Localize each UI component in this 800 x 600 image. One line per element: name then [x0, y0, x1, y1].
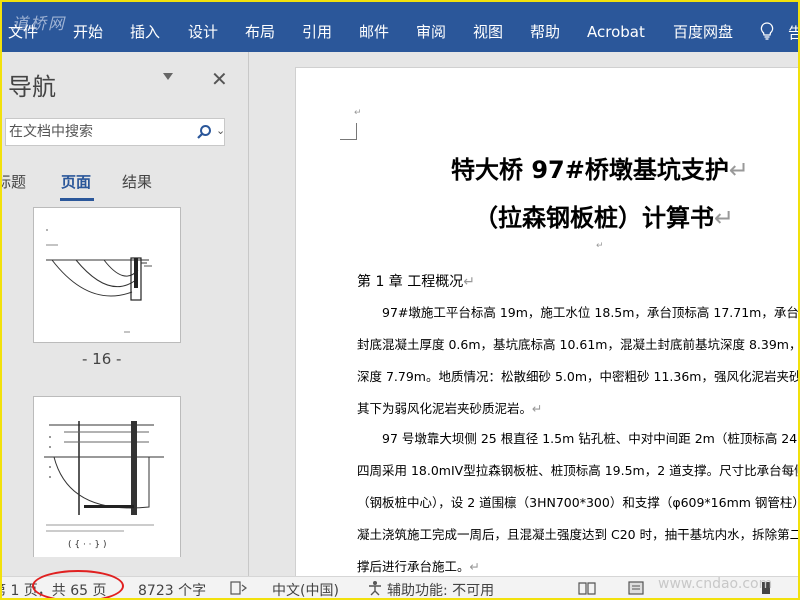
- word-count[interactable]: 8723 个字: [138, 580, 206, 598]
- paragraph-mark: ↵: [354, 108, 362, 118]
- nav-tab-results[interactable]: 结果: [122, 171, 152, 192]
- body-line: 其下为弱风化泥岩夹砂质泥岩。↵: [357, 401, 543, 416]
- document-title-line2: （拉森钢板桩）计算书↵: [474, 204, 735, 232]
- search-icon[interactable]: [196, 124, 212, 140]
- body-line: 97#墩施工平台标高 19m，施工水位 18.5m，承台顶标高 17.71m，承…: [382, 305, 799, 320]
- body-line: 深度 7.79m。地质情况：松散细砂 5.0m，中密粗砂 11.36m，强风化泥…: [357, 369, 799, 384]
- page-number-label: - 16 -: [82, 350, 122, 368]
- accessibility-status[interactable]: 辅助功能: 不可用: [387, 580, 494, 598]
- body-line: 撑后进行承台施工。↵: [357, 559, 480, 574]
- page-thumbnails: - 16 - ({· ·}): [2, 207, 246, 557]
- word-window: 道桥网 文件 开始 插入 设计 布局 引用 邮件 审阅 视图 帮助 Acroba…: [0, 0, 800, 600]
- tab-file[interactable]: 文件: [8, 22, 38, 42]
- accessibility-icon[interactable]: [366, 580, 384, 596]
- language-indicator[interactable]: 中文(中国): [272, 580, 339, 598]
- nav-tab-pages[interactable]: 页面: [61, 171, 91, 192]
- page-thumbnail-16[interactable]: [33, 207, 181, 343]
- tab-acrobat[interactable]: Acrobat: [587, 22, 645, 42]
- thumbnail-formula: ( { · · } ): [68, 540, 107, 550]
- document-area: ↵ 特大桥 97#桥墩基坑支护↵ （拉森钢板桩）计算书↵ ↵ 第 1 章 工程概…: [248, 52, 799, 576]
- tell-me-tab[interactable]: 告: [788, 22, 798, 43]
- read-mode-icon[interactable]: [578, 581, 596, 595]
- paragraph-mark: ↵: [596, 241, 604, 251]
- tab-baidu-netdisk[interactable]: 百度网盘: [673, 22, 733, 42]
- chevron-down-icon[interactable]: ⌄: [216, 124, 225, 137]
- highlight-annotation-circle: [32, 570, 124, 598]
- document-title-line1: 特大桥 97#桥墩基坑支护↵: [451, 156, 749, 184]
- footer-watermark: www.cndao.com: [658, 576, 773, 592]
- tab-review[interactable]: 审阅: [416, 22, 446, 42]
- ribbon-tab-bar: 道桥网 文件 开始 插入 设计 布局 引用 邮件 审阅 视图 帮助 Acroba…: [2, 2, 798, 52]
- body-line: （钢板桩中心），设 2 道围檩（3HN700*300）和支撑（φ609*16mm…: [357, 495, 799, 510]
- body-line: 封底混凝土厚度 0.6m，基坑底标高 10.61m，混凝土封底前基坑深度 8.3…: [357, 337, 799, 352]
- tab-help[interactable]: 帮助: [530, 22, 560, 42]
- nav-pane-title: 导航: [8, 73, 56, 101]
- body-line: 四周采用 18.0mIV型拉森钢板桩、桩顶标高 19.5m，2 道支撑。尺寸比承…: [357, 463, 799, 478]
- thumbnail-drawing: [46, 229, 152, 333]
- body-line: 97 号墩靠大坝侧 25 根直径 1.5m 钻孔桩、中对中间距 2m（桩顶标高 …: [382, 431, 799, 446]
- close-icon[interactable]: ✕: [211, 67, 228, 91]
- thumbnail-drawing: ( { · · } ): [44, 421, 164, 550]
- document-page: ↵ 特大桥 97#桥墩基坑支护↵ （拉森钢板桩）计算书↵ ↵ 第 1 章 工程概…: [295, 67, 799, 576]
- tab-view[interactable]: 视图: [473, 22, 503, 42]
- lightbulb-icon[interactable]: [760, 22, 774, 40]
- nav-search-box[interactable]: ⌄: [5, 118, 225, 146]
- chapter-heading: 第 1 章 工程概况↵: [357, 274, 475, 290]
- print-layout-icon[interactable]: [628, 581, 644, 595]
- tab-mailings[interactable]: 邮件: [359, 22, 389, 42]
- page-thumbnail-17[interactable]: ( { · · } ): [33, 396, 181, 557]
- navigation-pane: 导航 ✕ ⌄ 标题 页面 结果: [2, 52, 246, 576]
- tab-home[interactable]: 开始: [73, 22, 103, 42]
- nav-tab-headings[interactable]: 标题: [2, 171, 26, 192]
- tab-layout[interactable]: 布局: [245, 22, 275, 42]
- proofing-icon[interactable]: [230, 581, 248, 595]
- body-line: 凝土浇筑施工完成一周后，且混凝土强度达到 C20 时，抽干基坑内水，拆除第二、三: [357, 527, 799, 542]
- tab-insert[interactable]: 插入: [130, 22, 160, 42]
- page-margin-corner: [340, 123, 357, 140]
- search-input[interactable]: [9, 122, 189, 142]
- tab-references[interactable]: 引用: [302, 22, 332, 42]
- active-tab-indicator: [60, 198, 94, 201]
- nav-options-icon[interactable]: [163, 73, 173, 80]
- tab-design[interactable]: 设计: [188, 22, 218, 42]
